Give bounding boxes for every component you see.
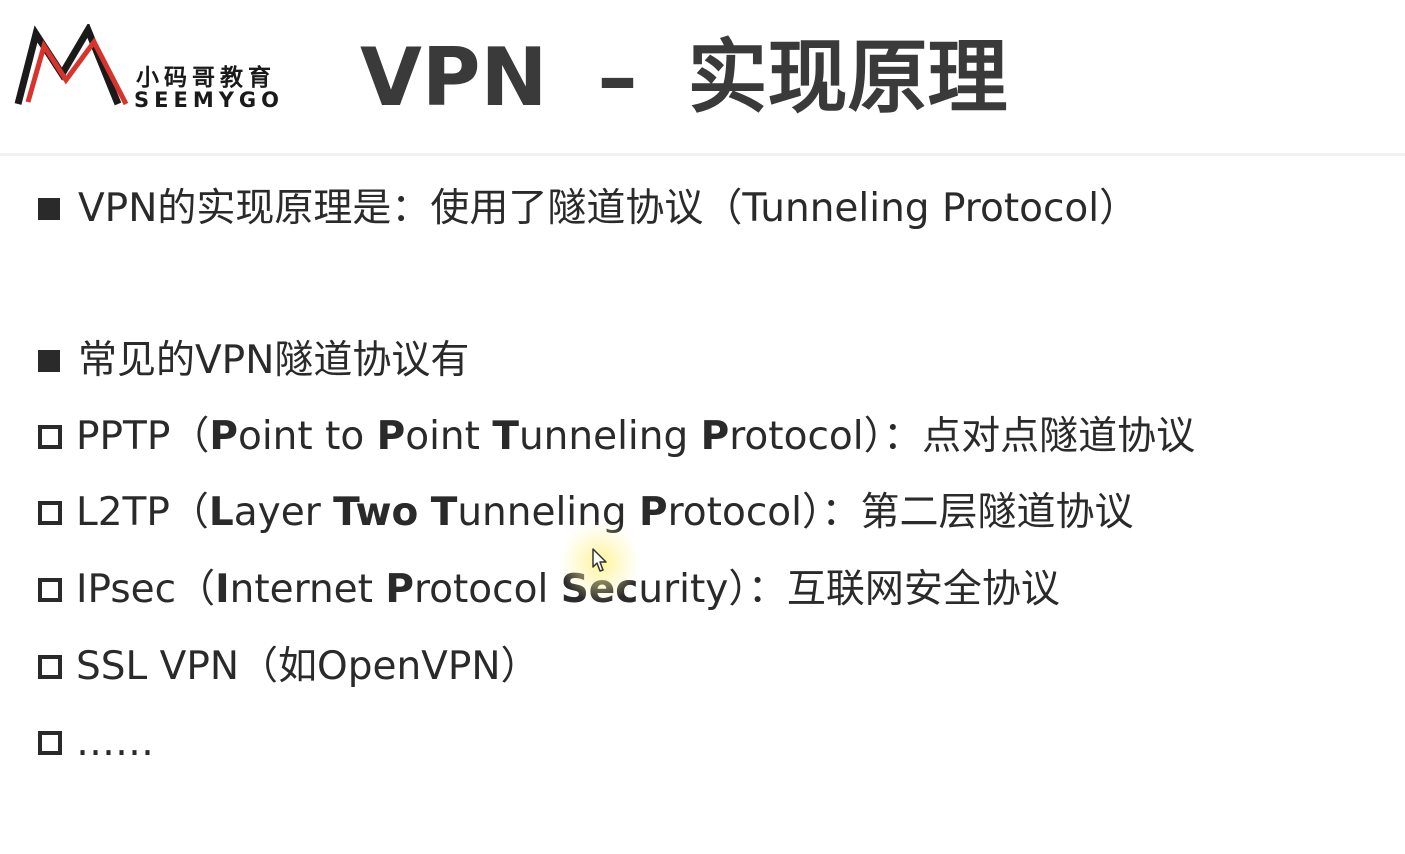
seemygo-logo-icon	[14, 22, 134, 110]
logo-english-text: SEEMYGO	[134, 88, 285, 112]
title-sub: 实现原理	[687, 31, 1008, 124]
list-item-ssl-vpn: SSL VPN（如OpenVPN）	[38, 644, 540, 691]
slide-header: 小码哥教育 SEEMYGO VPN – 实现原理	[0, 0, 1405, 156]
hollow-square-bullet-icon	[38, 731, 62, 756]
hollow-square-bullet-icon	[38, 501, 62, 526]
line-text: VPN的实现原理是：使用了隧道协议（Tunneling Protocol）	[78, 186, 1139, 231]
list-item-ipsec: IPsec（Internet Protocol Security）：互联网安全协…	[38, 567, 1060, 614]
title-main: VPN	[360, 31, 548, 124]
list-item-more: ……	[38, 720, 154, 767]
mouse-cursor-highlight	[560, 522, 640, 602]
title-separator: –	[597, 31, 638, 124]
bullet-line-common-protocols: 常见的VPN隧道协议有	[38, 338, 469, 385]
filled-square-bullet-icon	[38, 198, 60, 221]
mouse-pointer-icon	[592, 548, 607, 572]
line-text: SSL VPN（如OpenVPN）	[76, 644, 540, 689]
filled-square-bullet-icon	[38, 350, 60, 373]
header-divider	[0, 153, 1405, 156]
logo-chinese-text: 小码哥教育	[136, 65, 276, 91]
line-text: 常见的VPN隧道协议有	[78, 338, 470, 383]
hollow-square-bullet-icon	[38, 655, 62, 680]
slide-title: VPN – 实现原理	[360, 34, 1008, 122]
line-text: PPTP（Point to Point Tunneling Protocol）：…	[76, 414, 1196, 459]
hollow-square-bullet-icon	[38, 578, 62, 603]
hollow-square-bullet-icon	[38, 425, 62, 450]
bullet-line-principle: VPN的实现原理是：使用了隧道协议（Tunneling Protocol）	[38, 186, 1138, 233]
line-text: ……	[76, 720, 154, 765]
list-item-pptp: PPTP（Point to Point Tunneling Protocol）：…	[38, 414, 1195, 461]
